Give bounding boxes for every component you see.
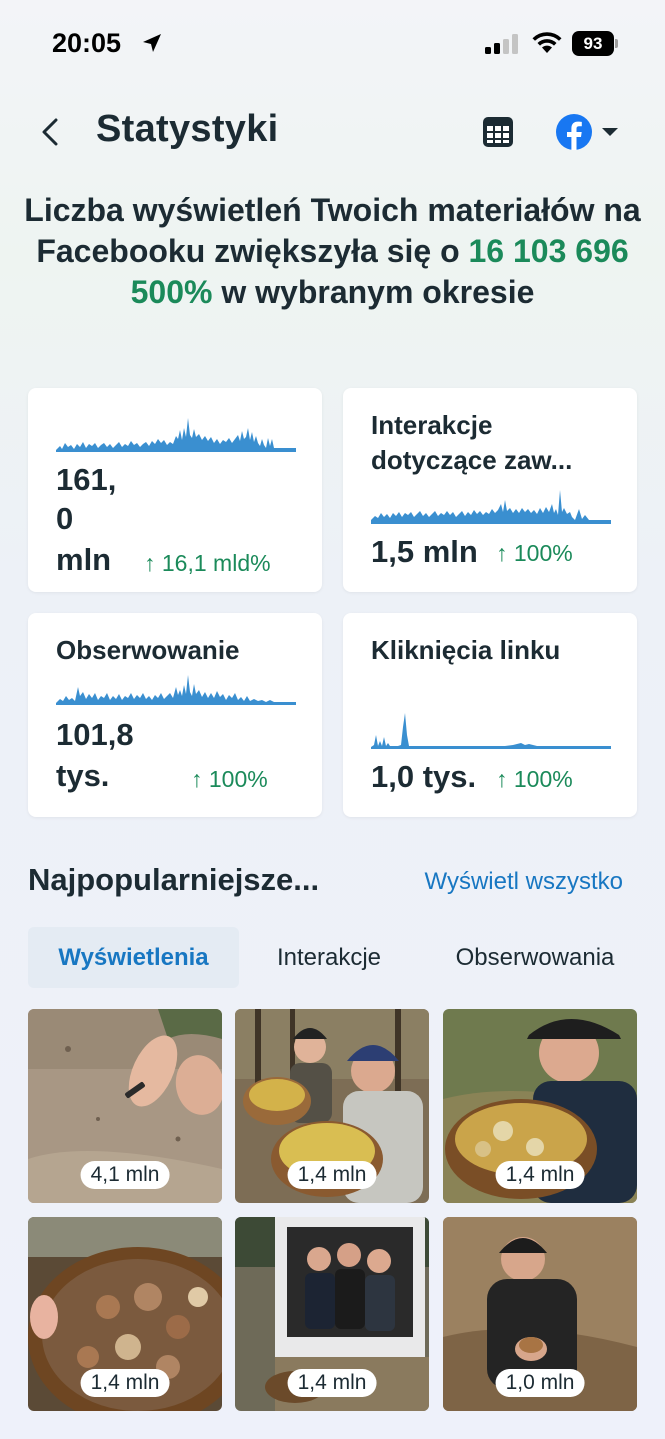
arrow-up-icon: ↑ [191, 766, 209, 792]
metric-interactions-title-1: Interakcje [371, 410, 493, 440]
location-arrow-icon [143, 34, 161, 52]
tab-interactions[interactable]: Interakcje [252, 927, 406, 988]
summary-text-part2: w wybranym okresie [212, 274, 535, 310]
sparkline-views [56, 418, 296, 452]
thumbnail-views-badge: 1,4 mln [80, 1369, 170, 1397]
status-time: 20:05 [52, 28, 122, 58]
top-content-title: Najpopularniejsze... [28, 862, 320, 897]
thumbnail-views-badge: 4,1 mln [80, 1161, 170, 1189]
content-thumbnail[interactable]: 1,4 mln [235, 1217, 429, 1411]
metric-card-link-clicks[interactable]: Kliknięcia linku 1,0 tys. ↑ 100% [343, 613, 637, 817]
metric-interactions-title-2: dotyczące zaw... [371, 445, 573, 475]
content-thumbnail[interactable]: 1,4 mln [443, 1009, 637, 1203]
metric-follows-value-1: 101,8 [56, 717, 134, 752]
status-bar: 20:05 93 [0, 0, 665, 90]
metric-card-follows[interactable]: Obserwowanie 101,8 tys. ↑ 100% [28, 613, 322, 817]
header: Statystyki [0, 100, 665, 164]
sparkline-link-clicks [371, 713, 611, 749]
metric-views-value-2: 0 [56, 501, 74, 536]
tab-views[interactable]: Wyświetlenia [28, 927, 239, 988]
arrow-up-icon: ↑ [496, 766, 514, 792]
metric-card-interactions[interactable]: Interakcje dotyczące zaw... 1,5 mln ↑ 10… [343, 388, 637, 592]
metric-card-views[interactable]: 161, 0 mln ↑ 16,1 mld% [28, 388, 322, 592]
thumbnail-views-badge: 1,4 mln [287, 1369, 377, 1397]
metric-views-value-1: 161, [56, 462, 117, 497]
summary-headline: Liczba wyświetleń Twoich materiałów na F… [20, 190, 645, 313]
metric-follows-value-2: tys. [56, 758, 110, 793]
metric-interactions-value: 1,5 mln [371, 534, 478, 569]
arrow-up-icon: ↑ [496, 540, 514, 566]
content-thumbnail[interactable]: 1,0 mln [443, 1217, 637, 1411]
top-content-tabs: Wyświetlenia Interakcje Obserwowania [28, 927, 638, 988]
metric-views-value-3: mln [56, 542, 112, 577]
arrow-up-icon: ↑ [144, 550, 162, 576]
account-switcher[interactable] [554, 112, 624, 152]
tab-follows[interactable]: Obserwowania [432, 927, 638, 988]
metric-link-clicks-title: Kliknięcia linku [371, 635, 561, 665]
page-title: Statystyki [96, 108, 279, 150]
content-thumbnail[interactable]: 1,4 mln [28, 1217, 222, 1411]
thumbnail-views-badge: 1,4 mln [287, 1161, 377, 1189]
metric-follows-change: ↑ 100% [191, 766, 268, 792]
thumbnail-views-badge: 1,0 mln [495, 1369, 585, 1397]
metric-link-clicks-change: ↑ 100% [496, 766, 573, 792]
view-all-link[interactable]: Wyświetl wszystko [425, 868, 623, 896]
battery-level: 93 [572, 31, 614, 56]
metric-link-clicks-value: 1,0 tys. [371, 759, 477, 794]
wifi-icon [532, 32, 562, 53]
caret-down-icon [602, 128, 618, 136]
metric-views-change: ↑ 16,1 mld% [144, 550, 271, 576]
thumbnail-views-badge: 1,4 mln [495, 1161, 585, 1189]
chevron-left-icon[interactable] [36, 114, 68, 150]
facebook-icon [556, 114, 592, 150]
signal-icon [485, 34, 518, 54]
content-thumbnail[interactable]: 4,1 mln [28, 1009, 222, 1203]
metric-interactions-change: ↑ 100% [496, 540, 573, 566]
content-thumbnail[interactable]: 1,4 mln [235, 1009, 429, 1203]
battery-icon: 93 [572, 31, 618, 56]
sparkline-follows [56, 675, 296, 705]
table-icon[interactable] [480, 114, 516, 150]
sparkline-interactions [371, 490, 611, 524]
